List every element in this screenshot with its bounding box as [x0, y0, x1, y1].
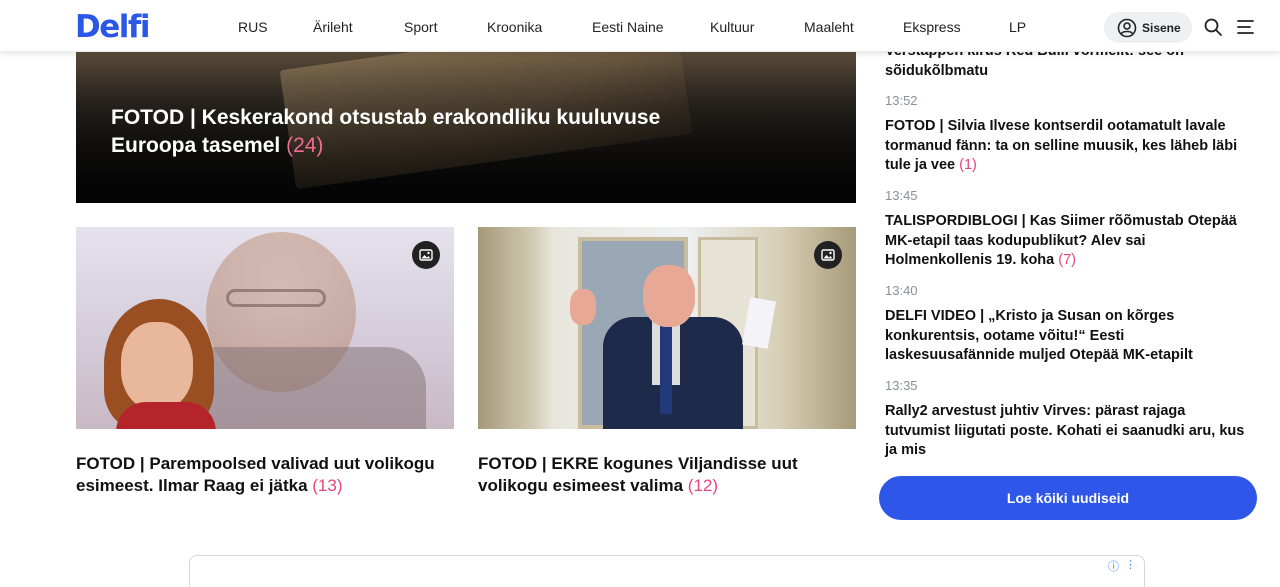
gallery-icon: [814, 241, 842, 269]
nav-item-sport[interactable]: Sport: [404, 19, 437, 35]
nav-item-eesti-naine[interactable]: Eesti Naine: [592, 19, 664, 35]
nav-item-kultuur[interactable]: Kultuur: [710, 19, 754, 35]
news-time: 13:40: [885, 283, 918, 298]
nav-item-rus[interactable]: RUS: [238, 19, 268, 35]
article-card[interactable]: FOTOD | EKRE kogunes Viljandisse uut vol…: [478, 227, 856, 495]
article-image: [478, 227, 856, 429]
hero-title[interactable]: FOTOD | Keskerakond otsustab erakondliku…: [111, 104, 731, 160]
user-icon: [1117, 18, 1137, 37]
news-item[interactable]: FOTOD | Silvia Ilvese kontserdil ootamat…: [885, 117, 1245, 176]
comment-count: (24): [286, 134, 324, 157]
menu-icon[interactable]: [1236, 17, 1256, 37]
news-item[interactable]: TALISPORDIBLOGI | Kas Siimer rõõmustab O…: [885, 212, 1245, 271]
comment-count: (7): [1058, 252, 1076, 268]
comment-count: (12): [687, 476, 719, 495]
ad-frame: ⓘ ⋮: [189, 555, 1145, 587]
hero-article[interactable]: FOTOD | Keskerakond otsustab erakondliku…: [76, 52, 856, 203]
login-button[interactable]: Sisene: [1104, 12, 1192, 43]
nav-item-kroonika[interactable]: Kroonika: [487, 19, 542, 35]
nav-item-maaleht[interactable]: Maaleht: [804, 19, 854, 35]
site-header: Delfi RUS Ärileht Sport Kroonika Eesti N…: [0, 0, 1280, 52]
news-item[interactable]: Rally2 arvestust juhtiv Virves: pärast r…: [885, 402, 1245, 461]
nav-item-arileht[interactable]: Ärileht: [313, 19, 353, 35]
article-title[interactable]: FOTOD | Parempoolsed valivad uut volikog…: [76, 453, 454, 497]
site-logo[interactable]: Delfi: [75, 9, 151, 45]
news-time: 13:45: [885, 188, 918, 203]
comment-count: (13): [312, 476, 343, 495]
article-card[interactable]: FOTOD | Parempoolsed valivad uut volikog…: [76, 227, 454, 495]
search-icon[interactable]: [1203, 17, 1223, 37]
news-time: 13:52: [885, 93, 918, 108]
more-vertical-icon[interactable]: ⋮: [1125, 558, 1136, 574]
news-time: 13:35: [885, 378, 918, 393]
article-image: [76, 227, 454, 429]
article-title[interactable]: FOTOD | EKRE kogunes Viljandisse uut vol…: [478, 453, 856, 497]
login-label: Sisene: [1142, 20, 1181, 35]
comment-count: (1): [959, 157, 977, 173]
gallery-icon: [412, 241, 440, 269]
news-item[interactable]: DELFI VIDEO | „Kristo ja Susan on kõrges…: [885, 307, 1245, 366]
read-all-news-button[interactable]: Loe kõiki uudiseid: [879, 476, 1257, 520]
nav-item-lp[interactable]: LP: [1009, 19, 1026, 35]
info-icon[interactable]: ⓘ: [1108, 558, 1119, 574]
nav-item-ekspress[interactable]: Ekspress: [903, 19, 961, 35]
